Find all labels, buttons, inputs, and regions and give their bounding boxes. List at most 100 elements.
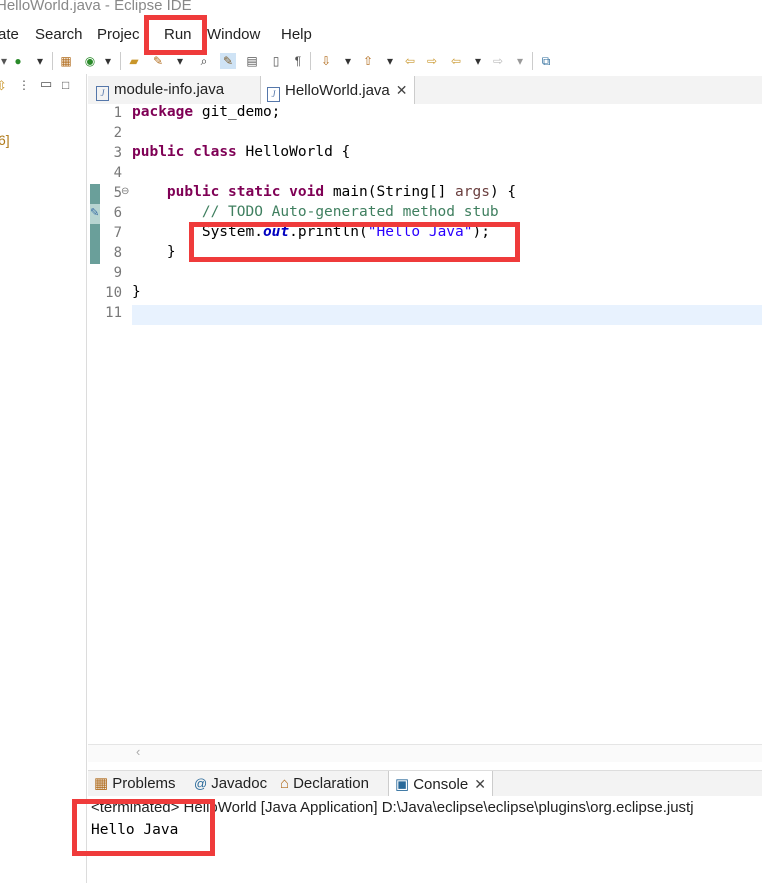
- tab-label: Declaration: [293, 775, 369, 792]
- maximize-icon[interactable]: □: [62, 78, 69, 92]
- last-edit-icon[interactable]: ⇦: [402, 53, 418, 69]
- code-line: package git_demo;: [132, 104, 280, 120]
- tab-label: Javadoc: [211, 775, 268, 792]
- collapse-icon[interactable]: ⇳: [0, 78, 7, 94]
- line-number: 2: [113, 125, 122, 141]
- code-token: git_demo;: [193, 104, 281, 120]
- tab-javadoc[interactable]: @ Javadoc: [188, 771, 273, 797]
- fold-toggle-icon[interactable]: ⊖: [121, 186, 129, 197]
- window-title: HelloWorld.java - Eclipse IDE: [0, 0, 192, 14]
- window-title-bar: HelloWorld.java - Eclipse IDE: [0, 0, 762, 18]
- java-file-icon: J: [96, 86, 109, 101]
- forward-edit-icon[interactable]: ⇨: [424, 53, 440, 69]
- close-icon[interactable]: ✕: [396, 82, 408, 98]
- code-token: }: [132, 244, 176, 260]
- bottom-panel-tabs: ▦ Problems @ Javadoc ⌂ Declaration ▣ Console…: [88, 770, 762, 798]
- code-line: // TODO Auto-generated method stub: [132, 204, 499, 220]
- line-number: 7: [113, 225, 122, 241]
- toolbar-separator: [310, 52, 311, 70]
- code-line: public class HelloWorld {: [132, 144, 350, 160]
- chevron-down-icon[interactable]: ▾: [32, 53, 48, 69]
- back-arrow-icon[interactable]: ⇦: [448, 53, 464, 69]
- horizontal-scrollbar[interactable]: ‹: [88, 744, 762, 762]
- overview-ruler: [88, 104, 100, 744]
- tab-problems[interactable]: ▦ Problems: [88, 771, 182, 797]
- close-icon[interactable]: ✕: [474, 776, 486, 792]
- tab-label: Problems: [112, 775, 176, 792]
- code-token: // TODO Auto-generated method stub: [201, 204, 499, 220]
- toolbar: ▾ ● ▾ ▦ ◉ ▾ ▰ ✎ ▾ ⌕ ✎ ▤ ▯ ¶ ⇩ ▾ ⇧ ▾ ⇦ ⇨ …: [0, 48, 762, 74]
- code-token: public: [166, 184, 220, 200]
- code-token: void: [289, 184, 325, 200]
- pilcrow-icon[interactable]: ¶: [290, 53, 306, 69]
- menu-bar: ate Search Projec Run Window Help: [0, 20, 762, 48]
- line-number: 1: [113, 105, 122, 121]
- tab-label: Console: [413, 776, 469, 793]
- editor-tab-bar: Jmodule-info.java J HelloWorld.java ✕: [88, 76, 762, 105]
- line-number: 6: [113, 205, 122, 221]
- chevron-down-icon[interactable]: ▾: [172, 53, 188, 69]
- highlight-box-output: [72, 799, 215, 856]
- code-editor[interactable]: [88, 104, 762, 744]
- menu-window[interactable]: Window: [207, 26, 260, 43]
- code-token: package: [132, 104, 194, 120]
- code-token: HelloWorld {: [236, 144, 351, 160]
- code-token: static: [228, 184, 281, 200]
- menu-project[interactable]: Projec: [97, 26, 140, 43]
- chevron-down-icon[interactable]: ▾: [382, 53, 398, 69]
- chevron-down-icon[interactable]: ▾: [512, 53, 528, 69]
- line-number: 5: [113, 185, 122, 201]
- document-icon[interactable]: ▯: [268, 53, 284, 69]
- problems-icon: ▦: [94, 775, 109, 792]
- menu-navigate[interactable]: ate: [0, 26, 19, 43]
- search-icon[interactable]: ⌕: [196, 53, 212, 69]
- declaration-icon: ⌂: [280, 775, 290, 792]
- package-explorer-panel: ⇳ ⋮ ▭ □ 6]: [0, 74, 87, 883]
- line-number: 8: [113, 245, 122, 261]
- tree-item-fragment[interactable]: 6]: [0, 132, 10, 148]
- code-token: args: [455, 184, 490, 200]
- tab-label: module-info.java: [114, 81, 225, 98]
- tab-declaration[interactable]: ⌂ Declaration: [274, 771, 375, 797]
- menu-search[interactable]: Search: [35, 26, 83, 43]
- forward-arrow-icon[interactable]: ⇨: [490, 53, 506, 69]
- highlight-toggle-icon[interactable]: ✎: [220, 53, 236, 69]
- java-file-icon: J: [267, 87, 280, 102]
- new-package-icon[interactable]: ▦: [58, 53, 74, 69]
- tab-console[interactable]: ▣ Console ✕: [388, 771, 493, 797]
- code-token: }: [132, 284, 141, 300]
- debug-icon[interactable]: ●: [10, 53, 26, 69]
- at-icon: @: [194, 776, 208, 791]
- menu-help[interactable]: Help: [281, 26, 312, 43]
- next-annotation-icon[interactable]: ⇩: [318, 53, 334, 69]
- code-token: main(String[]: [324, 184, 456, 200]
- chevron-down-icon[interactable]: ▾: [100, 53, 116, 69]
- tab-label: HelloWorld.java: [285, 82, 390, 99]
- chevron-down-icon[interactable]: ▾: [470, 53, 486, 69]
- line-number: 3: [113, 145, 122, 161]
- edit-icon[interactable]: ✎: [150, 53, 166, 69]
- toolbar-separator: [532, 52, 533, 70]
- view-menu-icon[interactable]: ⋮: [18, 78, 30, 92]
- scroll-left-icon[interactable]: ‹: [136, 744, 140, 759]
- block-selection-icon[interactable]: ▤: [244, 53, 260, 69]
- console-icon: ▣: [395, 776, 410, 793]
- tab-helloworld[interactable]: J HelloWorld.java ✕: [260, 76, 415, 104]
- line-number: 10: [105, 285, 122, 301]
- task-marker-icon[interactable]: ✎: [90, 206, 99, 219]
- pin-editor-icon[interactable]: ⧉: [538, 53, 554, 69]
- code-token: public: [132, 144, 185, 160]
- prev-annotation-icon[interactable]: ⇧: [360, 53, 376, 69]
- new-class-icon[interactable]: ◉: [82, 53, 98, 69]
- open-folder-icon[interactable]: ▰: [126, 53, 142, 69]
- toolbar-separator: [52, 52, 53, 70]
- code-line: public static void main(String[] args) {: [132, 184, 516, 200]
- tab-module-info[interactable]: Jmodule-info.java: [90, 76, 230, 104]
- highlight-box-run-menu: [144, 15, 207, 55]
- minimize-icon[interactable]: ▭: [40, 76, 52, 92]
- chevron-down-icon[interactable]: ▾: [340, 53, 356, 69]
